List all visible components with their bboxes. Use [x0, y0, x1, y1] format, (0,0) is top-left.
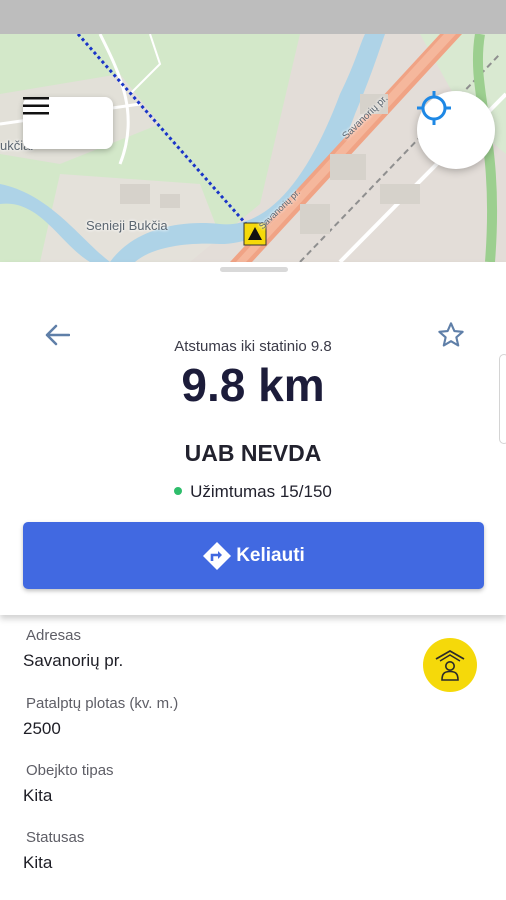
- field-label: Adresas: [26, 627, 82, 644]
- object-bottom-sheet: Atstumas iki statinio 9.8 9.8 km UAB NEV…: [0, 262, 506, 615]
- field-area: Patalptų plotas (kv. m.) 2500: [23, 695, 178, 739]
- company-name: UAB NEVDA: [184, 440, 322, 466]
- crosshair-locate-icon: [417, 91, 451, 125]
- locate-me-button[interactable]: [417, 91, 495, 169]
- travel-button-label: Keliauti: [236, 544, 305, 566]
- field-object-type: Obejkto tipas Kita: [23, 762, 114, 806]
- map-view[interactable]: ukčiai Senieji Bukčia Savanorių pr. Sava…: [0, 34, 506, 262]
- distance-caption: Atstumas iki statinio 9.8: [174, 338, 332, 355]
- field-value: Kita: [23, 853, 53, 872]
- hamburger-menu-icon: [23, 97, 49, 115]
- status-dot-icon: [174, 486, 183, 495]
- field-label: Patalptų plotas (kv. m.): [26, 695, 179, 712]
- occupancy-text: Užimtumas 15/150: [190, 482, 332, 501]
- map-label-senieji: Senieji Bukčia: [86, 218, 168, 233]
- occupancy-status: Užimtumas 15/150: [0, 482, 506, 502]
- field-value: 2500: [23, 719, 61, 738]
- travel-button[interactable]: Keliauti: [23, 522, 484, 589]
- field-value: Savanorių pr.: [23, 651, 124, 670]
- field-label: Statusas: [26, 829, 85, 846]
- status-bar: [0, 0, 506, 34]
- field-status: Statusas Kita: [23, 829, 84, 873]
- directions-icon: [203, 541, 232, 570]
- field-address: Adresas Savanorių pr.: [23, 627, 123, 671]
- field-value: Kita: [23, 786, 53, 805]
- distance-value: 9.8 km: [181, 359, 325, 411]
- field-label: Obejkto tipas: [26, 762, 114, 779]
- person-home-icon: [435, 649, 465, 681]
- menu-button[interactable]: [23, 97, 113, 149]
- owner-avatar[interactable]: [423, 638, 477, 692]
- drag-handle[interactable]: [220, 267, 288, 272]
